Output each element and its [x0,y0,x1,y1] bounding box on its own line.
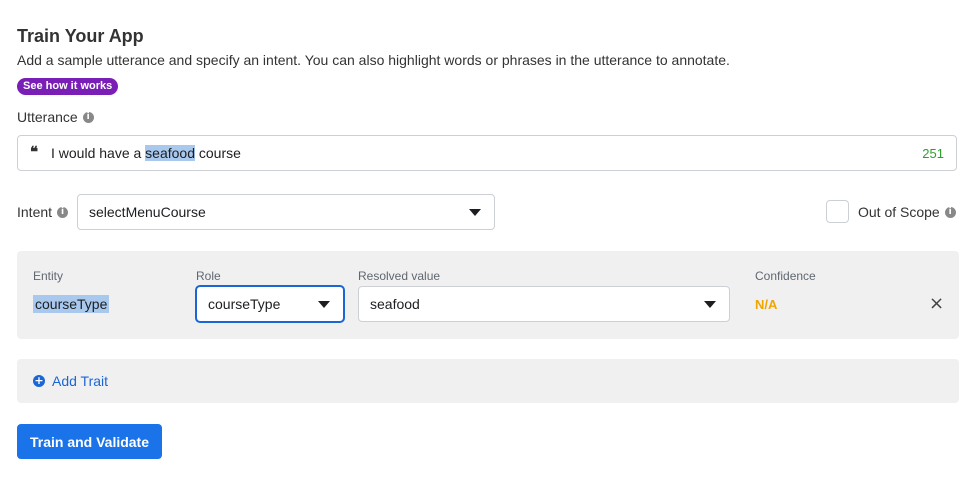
info-icon[interactable]: i [82,111,94,123]
add-trait-panel: + Add Trait [17,359,959,403]
page-title: Train Your App [17,26,144,46]
utterance-input[interactable]: ❝ I would have a seafood course 251 [17,135,957,171]
info-icon[interactable]: i [944,206,956,218]
resolved-value-select-value: seafood [370,296,420,312]
role-header: Role [196,269,221,283]
out-of-scope-checkbox[interactable] [826,200,849,223]
out-of-scope-label: Out of Scope [858,204,940,220]
utterance-text-before: I would have a [51,145,146,161]
intent-label-row: Intent i [17,204,69,220]
utterance-highlight[interactable]: seafood [145,145,195,161]
intent-select-value: selectMenuCourse [89,204,206,220]
intent-label: Intent [17,204,53,220]
entity-panel: Entity Role Resolved value Confidence co… [17,251,959,339]
intent-select[interactable]: selectMenuCourse [77,194,495,230]
info-icon[interactable]: i [57,206,69,218]
resolved-value-header: Resolved value [358,269,441,283]
role-select[interactable]: courseType [196,286,344,322]
confidence-header: Confidence [755,269,816,283]
quote-icon: ❝ [30,143,39,161]
chevron-down-icon [469,209,481,216]
entity-header: Entity [33,269,64,283]
plus-circle-icon[interactable]: + [33,375,45,387]
out-of-scope-label-row: Out of Scope i [858,204,956,220]
train-and-validate-button[interactable]: Train and Validate [17,424,162,459]
utterance-text[interactable]: I would have a seafood course [51,145,241,161]
page-description: Add a sample utterance and specify an in… [17,52,730,68]
utterance-label-row: Utterance i [17,109,94,125]
resolved-value-select[interactable]: seafood [358,286,730,322]
utterance-label: Utterance [17,109,78,125]
chevron-down-icon [704,301,716,308]
role-select-value: courseType [208,296,281,312]
character-count: 251 [922,146,944,161]
add-trait-link[interactable]: Add Trait [52,373,108,389]
utterance-text-after: course [195,145,241,161]
see-how-it-works-link[interactable]: See how it works [17,78,119,95]
confidence-value: N/A [755,297,778,312]
chevron-down-icon [318,301,330,308]
close-icon[interactable]: × [929,293,944,314]
entity-chip[interactable]: courseType [33,295,110,313]
